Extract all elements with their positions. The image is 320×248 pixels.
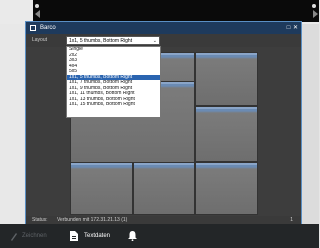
layout-select[interactable]: 1x1, 5 thumbs, Bottom Right ⌄ (66, 36, 160, 45)
window-title: Barco (40, 25, 56, 31)
maximize-button[interactable]: □ (285, 22, 292, 34)
app-icon (30, 25, 36, 31)
window-titlebar[interactable]: Barco □ ✕ (26, 22, 301, 34)
bell-icon (128, 231, 137, 241)
layout-label: Layout (32, 37, 48, 43)
scroll-left-icon[interactable] (35, 10, 40, 18)
video-tile[interactable] (195, 52, 258, 106)
document-icon (70, 231, 78, 241)
bottom-taskbar: Zeichnen Textdaten (0, 224, 319, 248)
desktop-right-margin (302, 24, 319, 224)
zeichnen-label: Zeichnen (22, 233, 47, 239)
desktop-left-margin (0, 24, 24, 224)
video-tile[interactable] (70, 162, 133, 215)
textdaten-label: Textdaten (84, 233, 111, 239)
indicator-dot-icon (312, 4, 316, 8)
video-tile[interactable] (133, 162, 195, 215)
barco-window: Barco □ ✕ Layout 1x1, 5 thumbs, Bottom R… (25, 21, 302, 231)
chevron-down-icon[interactable]: ⌄ (153, 37, 157, 45)
brush-icon (11, 233, 17, 241)
video-tile[interactable] (195, 106, 258, 162)
layout-select-value: 1x1, 5 thumbs, Bottom Right (69, 38, 133, 44)
layout-dropdown-list[interactable]: Single 2x2 3x3 4x4 5x5 1x1, 5 thumbs, Bo… (66, 46, 161, 118)
viewer-strip (33, 0, 319, 22)
indicator-dot-icon (35, 4, 39, 8)
layout-option[interactable]: 1x1, 15 thumbs, Bottom Right (67, 102, 160, 108)
close-button[interactable]: ✕ (292, 22, 299, 34)
video-tile[interactable] (195, 162, 258, 215)
scroll-right-icon[interactable] (313, 10, 318, 18)
